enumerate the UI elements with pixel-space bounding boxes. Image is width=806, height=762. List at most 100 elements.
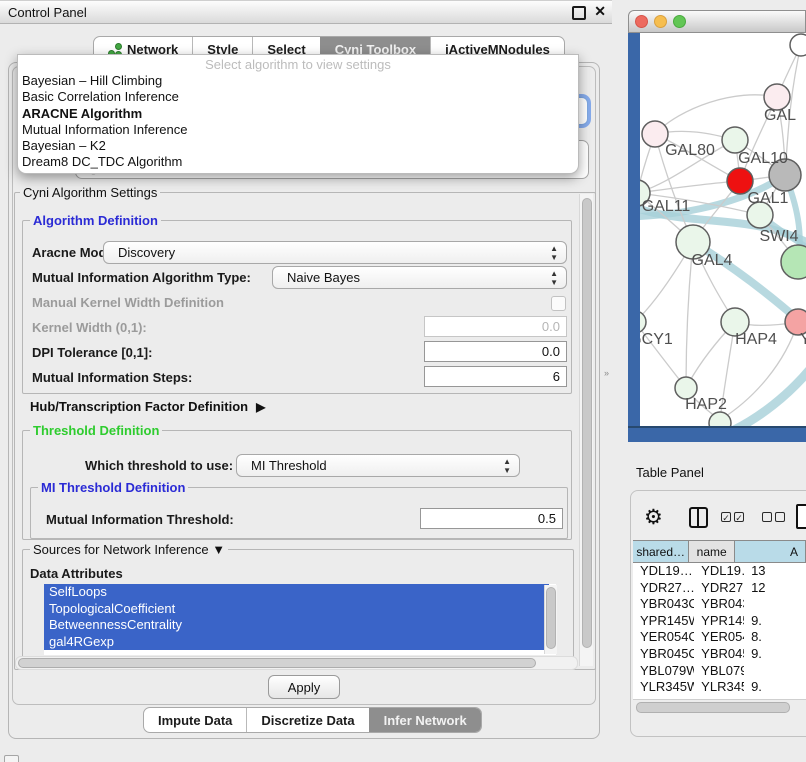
table-column-header-shared…[interactable]: shared… (633, 541, 689, 562)
mi-algorithm-type-value: Naive Bayes (287, 270, 360, 285)
table-rows: YDL19…YDL19…13YDR27…YDR27…12YBR043CYBR04… (633, 563, 806, 699)
attribute-item-gal4rgexp[interactable]: gal4RGexp (44, 634, 549, 651)
network-edge (640, 181, 740, 193)
expand-down-icon: ▼ (212, 542, 225, 557)
kernel-width-field[interactable]: 0.0 (424, 316, 567, 337)
table-row[interactable]: YPR145WYPR145W9. (633, 613, 806, 630)
table-cell: YLR345W (694, 679, 744, 696)
table-row[interactable]: YBR043CYBR043C (633, 596, 806, 613)
table-cell (744, 663, 806, 680)
close-icon[interactable]: ✕ (594, 3, 606, 20)
network-node-label: GCY1 (640, 331, 673, 348)
dpi-tolerance-field[interactable]: 0.0 (424, 341, 567, 362)
network-node-label: GAL10 (738, 150, 788, 167)
algorithm-option-bayesian-hill-climbing[interactable]: Bayesian – Hill Climbing (18, 73, 578, 89)
traffic-light-zoom-icon[interactable] (673, 15, 686, 28)
algorithm-option-bayesian-k2[interactable]: Bayesian – K2 (18, 138, 578, 154)
tab-label: Impute Data (158, 713, 232, 728)
table-column-header-name[interactable]: name (689, 541, 735, 562)
checkbox-unchecked-icon[interactable] (775, 512, 785, 522)
stepper-arrows-icon: ▲▼ (550, 269, 558, 287)
checkbox-checked-icon[interactable]: ✓ (734, 512, 744, 522)
aracne-mode-value: Discovery (118, 245, 175, 260)
network-node-label: HAP4 (735, 331, 777, 348)
mi-steps-field[interactable]: 6 (424, 366, 567, 387)
settings-horizontal-scrollbar[interactable] (15, 656, 578, 670)
algorithm-dropdown-prompt: Select algorithm to view settings (18, 55, 578, 73)
apply-button[interactable]: Apply (268, 675, 340, 699)
table-row[interactable]: YBL079WYBL079W (633, 663, 806, 680)
data-attributes-list[interactable]: SelfLoopsTopologicalCoefficientBetweenne… (44, 584, 556, 655)
mi-threshold-group-title: MI Threshold Definition (38, 480, 188, 495)
manual-kernel-width-checkbox[interactable] (551, 296, 566, 311)
algorithm-dropdown-popup: Select algorithm to view settings Bayesi… (17, 54, 579, 174)
network-window-titlebar[interactable] (628, 10, 806, 33)
control-panel-titlebar: Control Panel ✕ (0, 0, 612, 24)
document-icon[interactable] (796, 504, 806, 529)
table-cell: YER054C (694, 629, 744, 646)
kernel-width-label: Kernel Width (0,1): (32, 320, 147, 335)
attribute-item-selfloops[interactable]: SelfLoops (44, 584, 549, 601)
algorithm-definition-title: Algorithm Definition (30, 213, 161, 228)
minimized-panel-icon[interactable] (4, 755, 19, 762)
algorithm-option-aracne-algorithm[interactable]: ARACNE Algorithm (18, 106, 578, 122)
table-row[interactable]: YDR27…YDR27…12 (633, 580, 806, 597)
mi-threshold-field[interactable]: 0.5 (420, 508, 563, 529)
columns-icon[interactable] (689, 507, 708, 528)
gear-icon[interactable]: ⚙ (644, 505, 663, 530)
hub-definition-expander[interactable]: Hub/Transcription Factor Definition ▶ (30, 399, 265, 414)
dpi-tolerance-value: 0.0 (542, 344, 560, 359)
manual-kernel-width-label: Manual Kernel Width Definition (32, 295, 224, 310)
tab-label: Discretize Data (261, 713, 354, 728)
mi-algorithm-type-combobox[interactable]: Naive Bayes ▲▼ (272, 266, 567, 289)
tab-impute-data[interactable]: Impute Data (144, 708, 246, 732)
checkbox-checked-icon[interactable]: ✓ (721, 512, 731, 522)
network-node-label: GAL (764, 107, 796, 124)
table-cell: 9. (744, 646, 806, 663)
stepper-arrows-icon: ▲▼ (503, 457, 511, 475)
table-cell: YLR345W (633, 679, 694, 696)
traffic-light-close-icon[interactable] (635, 15, 648, 28)
network-graph[interactable]: GALGAL80GAL10GAL1GAL11SWI4GAL4GCY1HAP4YH… (640, 33, 806, 426)
table-column-header-A[interactable]: A (735, 541, 806, 562)
network-canvas[interactable]: GALGAL80GAL10GAL1GAL11SWI4GAL4GCY1HAP4YH… (640, 33, 806, 426)
control-panel-title: Control Panel (8, 5, 87, 20)
mi-threshold-value: 0.5 (538, 511, 556, 526)
attribute-item-betweennesscentrality[interactable]: BetweennessCentrality (44, 617, 549, 634)
algorithm-option-basic-correlation-inference[interactable]: Basic Correlation Inference (18, 89, 578, 105)
float-window-icon[interactable] (572, 6, 586, 20)
network-node-0[interactable] (790, 34, 806, 56)
tab-infer-network[interactable]: Infer Network (369, 708, 481, 732)
table-cell: 9. (744, 679, 806, 696)
table-row[interactable]: YER054CYER054C8. (633, 629, 806, 646)
cyni-mode-tabs: Impute Data Discretize Data Infer Network (143, 707, 482, 733)
kernel-width-value: 0.0 (542, 319, 560, 334)
algorithm-option-mutual-information-inference[interactable]: Mutual Information Inference (18, 122, 578, 138)
table-cell: YDR27… (694, 580, 744, 597)
sources-group-title[interactable]: Sources for Network Inference ▼ (30, 542, 228, 557)
table-cell: 13 (744, 563, 806, 580)
dpi-tolerance-label: DPI Tolerance [0,1]: (32, 345, 152, 360)
table-row[interactable]: YLR345WYLR345W9. (633, 679, 806, 696)
panel-resize-handle[interactable]: » (604, 368, 609, 378)
checkbox-unchecked-icon[interactable] (762, 512, 772, 522)
settings-vertical-scrollbar[interactable] (579, 194, 593, 666)
attribute-item-topologicalcoefficient[interactable]: TopologicalCoefficient (44, 601, 549, 618)
table-row[interactable]: YDL19…YDL19…13 (633, 563, 806, 580)
cyni-algorithm-settings-title: Cyni Algorithm Settings (20, 185, 160, 200)
aracne-mode-combobox[interactable]: Discovery ▲▼ (103, 241, 567, 264)
attributes-scrollbar[interactable] (544, 585, 557, 654)
network-node-9[interactable] (781, 245, 806, 279)
table-cell: YPR145W (694, 613, 744, 630)
algorithm-option-dream8-dc-tdc-algorithm[interactable]: Dream8 DC_TDC Algorithm (18, 154, 578, 170)
network-node-2[interactable] (642, 121, 668, 147)
which-threshold-combobox[interactable]: MI Threshold ▲▼ (236, 454, 520, 477)
network-node-10[interactable] (640, 311, 646, 333)
stepper-arrows-icon: ▲▼ (550, 244, 558, 262)
which-threshold-label: Which threshold to use: (85, 458, 233, 473)
table-horizontal-scrollbar[interactable] (633, 699, 806, 714)
table-row[interactable]: YBR045CYBR045C9. (633, 646, 806, 663)
network-node-label: GAL11 (642, 198, 691, 215)
traffic-light-minimize-icon[interactable] (654, 15, 667, 28)
tab-discretize-data[interactable]: Discretize Data (246, 708, 368, 732)
